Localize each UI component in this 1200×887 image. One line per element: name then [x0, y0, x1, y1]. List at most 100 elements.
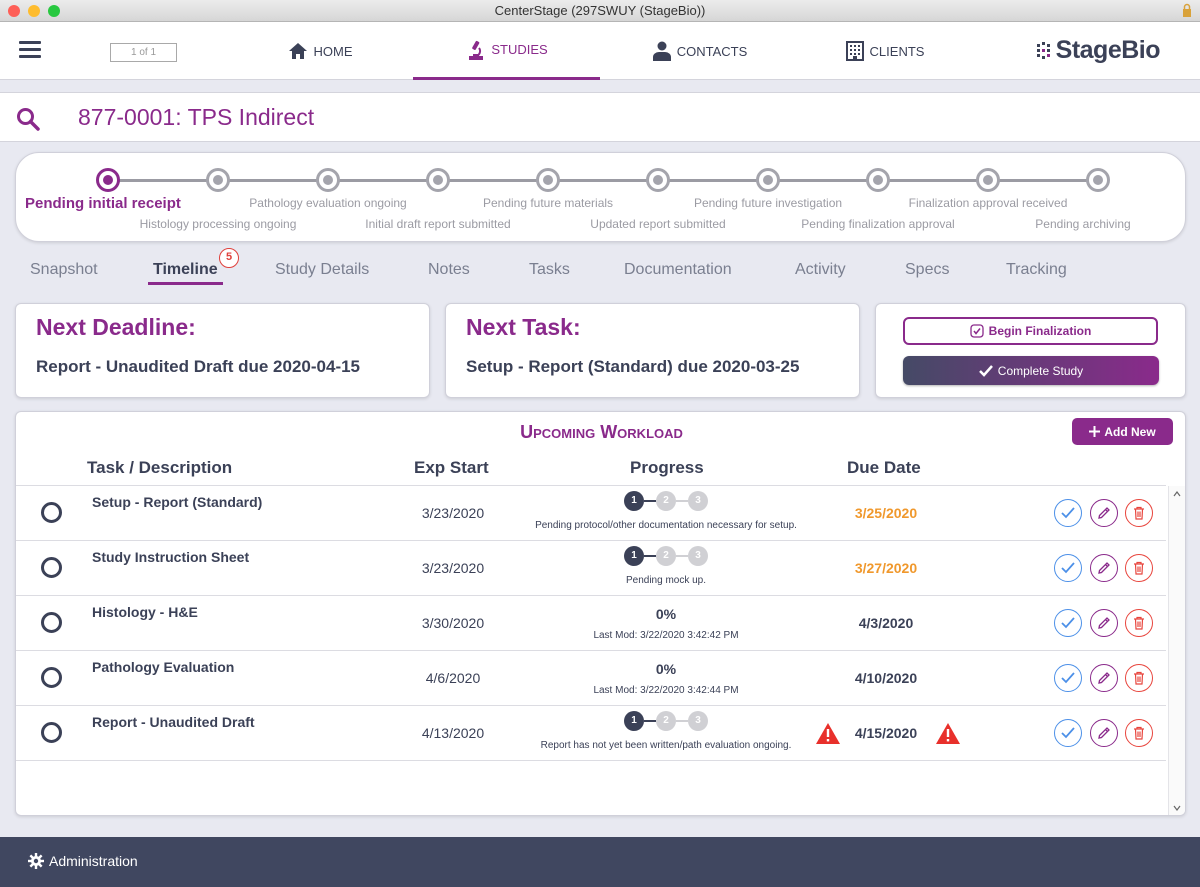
delete-task-button[interactable] [1125, 499, 1153, 527]
tab-activity[interactable]: Activity [795, 261, 846, 279]
delete-task-button[interactable] [1125, 719, 1153, 747]
timeline-count-badge: 5 [219, 248, 239, 268]
table-row[interactable]: Setup - Report (Standard) 3/23/2020 1 2 … [16, 486, 1166, 541]
stage-dot-10[interactable] [1086, 168, 1110, 192]
gear-icon [28, 853, 44, 869]
stage-dot-6[interactable] [646, 168, 670, 192]
minimize-window-button[interactable] [28, 5, 40, 17]
tab-timeline[interactable]: Timeline [148, 261, 223, 285]
stage-label-7: Pending future investigation [693, 196, 843, 210]
search-icon[interactable] [16, 107, 40, 131]
zoom-window-button[interactable] [48, 5, 60, 17]
complete-task-button[interactable] [1054, 499, 1082, 527]
exp-start-date: 4/6/2020 [425, 670, 481, 686]
building-icon [845, 41, 864, 61]
task-name: Histology - H&E [92, 604, 198, 620]
stage-dot-3[interactable] [316, 168, 340, 192]
add-new-label: Add New [1104, 424, 1156, 439]
step-1: 1 [624, 491, 644, 511]
complete-task-button[interactable] [1054, 719, 1082, 747]
tab-specs[interactable]: Specs [905, 261, 949, 279]
edit-task-button[interactable] [1090, 554, 1118, 582]
table-row[interactable]: Histology - H&E 3/30/2020 0% Last Mod: 3… [16, 596, 1166, 651]
row-select-radio[interactable] [41, 612, 62, 633]
exp-start-date: 3/30/2020 [421, 615, 485, 631]
home-icon [288, 43, 307, 59]
next-task-heading: Next Task: [466, 314, 581, 340]
nav-contacts[interactable]: CONTACTS [640, 22, 760, 80]
table-row[interactable]: Report - Unaudited Draft 4/13/2020 1 2 3… [16, 706, 1166, 761]
delete-task-button[interactable] [1125, 554, 1153, 582]
edit-task-button[interactable] [1090, 664, 1118, 692]
pencil-icon [1098, 727, 1110, 739]
begin-finalization-button[interactable]: Begin Finalization [903, 317, 1158, 345]
nav-clients[interactable]: CLIENTS [835, 22, 935, 80]
study-title: 877-0001: TPS Indirect [78, 104, 315, 130]
tab-tracking[interactable]: Tracking [1006, 261, 1067, 279]
tab-snapshot[interactable]: Snapshot [30, 261, 98, 279]
tab-tasks[interactable]: Tasks [529, 261, 570, 279]
pencil-icon [1098, 507, 1110, 519]
stage-dot-2[interactable] [206, 168, 230, 192]
trash-icon [1134, 616, 1144, 630]
tab-documentation[interactable]: Documentation [624, 261, 732, 279]
task-name: Pathology Evaluation [92, 659, 235, 675]
trash-icon [1134, 506, 1144, 520]
stage-dot-5[interactable] [536, 168, 560, 192]
administration-link[interactable]: Administration [28, 853, 138, 869]
complete-task-button[interactable] [1054, 554, 1082, 582]
task-name: Setup - Report (Standard) [92, 494, 263, 510]
add-new-button[interactable]: Add New [1072, 418, 1173, 445]
edit-task-button[interactable] [1090, 499, 1118, 527]
row-select-radio[interactable] [41, 502, 62, 523]
study-search-bar[interactable]: 877-0001: TPS Indirect [0, 92, 1200, 142]
delete-task-button[interactable] [1125, 664, 1153, 692]
menu-icon[interactable] [19, 41, 41, 59]
stage-dot-1[interactable] [96, 168, 120, 192]
check-icon [1061, 727, 1075, 739]
table-row[interactable]: Pathology Evaluation 4/6/2020 0% Last Mo… [16, 651, 1166, 706]
begin-finalization-label: Begin Finalization [988, 324, 1092, 338]
task-name: Report - Unaudited Draft [92, 714, 255, 730]
chevron-down-icon[interactable] [1173, 804, 1181, 812]
complete-study-button[interactable]: Complete Study [903, 356, 1159, 385]
upcoming-workload-panel: Upcoming Workload Add New Task / Descrip… [15, 411, 1186, 816]
due-date: 3/27/2020 [854, 560, 918, 576]
step-3: 3 [688, 546, 708, 566]
edit-task-button[interactable] [1090, 609, 1118, 637]
workload-scrollbar[interactable] [1168, 486, 1185, 815]
row-select-radio[interactable] [41, 667, 62, 688]
column-due-date: Due Date [847, 458, 921, 477]
column-task-description: Task / Description [87, 458, 233, 477]
workload-title: Upcoming Workload [520, 422, 683, 442]
progress-note: Report has not yet been written/path eva… [540, 740, 792, 751]
step-1: 1 [624, 546, 644, 566]
stage-dot-4[interactable] [426, 168, 450, 192]
row-select-radio[interactable] [41, 557, 62, 578]
progress-note: Pending protocol/other documentation nec… [535, 520, 797, 531]
tab-study-details[interactable]: Study Details [275, 261, 369, 279]
row-select-radio[interactable] [41, 722, 62, 743]
delete-task-button[interactable] [1125, 609, 1153, 637]
close-window-button[interactable] [8, 5, 20, 17]
next-task-card: Next Task: Setup - Report (Standard) due… [445, 303, 860, 398]
tab-notes[interactable]: Notes [428, 261, 470, 279]
stage-dot-8[interactable] [866, 168, 890, 192]
footer-bar: Administration [0, 837, 1200, 887]
check-icon [1061, 617, 1075, 629]
nav-studies[interactable]: STUDIES [413, 22, 600, 80]
edit-task-button[interactable] [1090, 719, 1118, 747]
nav-home[interactable]: HOME [270, 22, 370, 80]
top-navbar: 1 of 1 HOME STUDIES CONTACTS CLIENTS Sta… [0, 22, 1200, 80]
step-2: 2 [656, 546, 676, 566]
table-row[interactable]: Study Instruction Sheet 3/23/2020 1 2 3 … [16, 541, 1166, 596]
complete-task-button[interactable] [1054, 664, 1082, 692]
step-connector [644, 500, 656, 502]
last-modified-note: Last Mod: 3/22/2020 3:42:42 PM [593, 630, 739, 641]
stage-dot-9[interactable] [976, 168, 1000, 192]
complete-task-button[interactable] [1054, 609, 1082, 637]
chevron-up-icon[interactable] [1173, 490, 1181, 498]
stage-dot-7[interactable] [756, 168, 780, 192]
window-titlebar: CenterStage (297SWUY (StageBio)) [0, 0, 1200, 22]
pencil-icon [1098, 562, 1110, 574]
